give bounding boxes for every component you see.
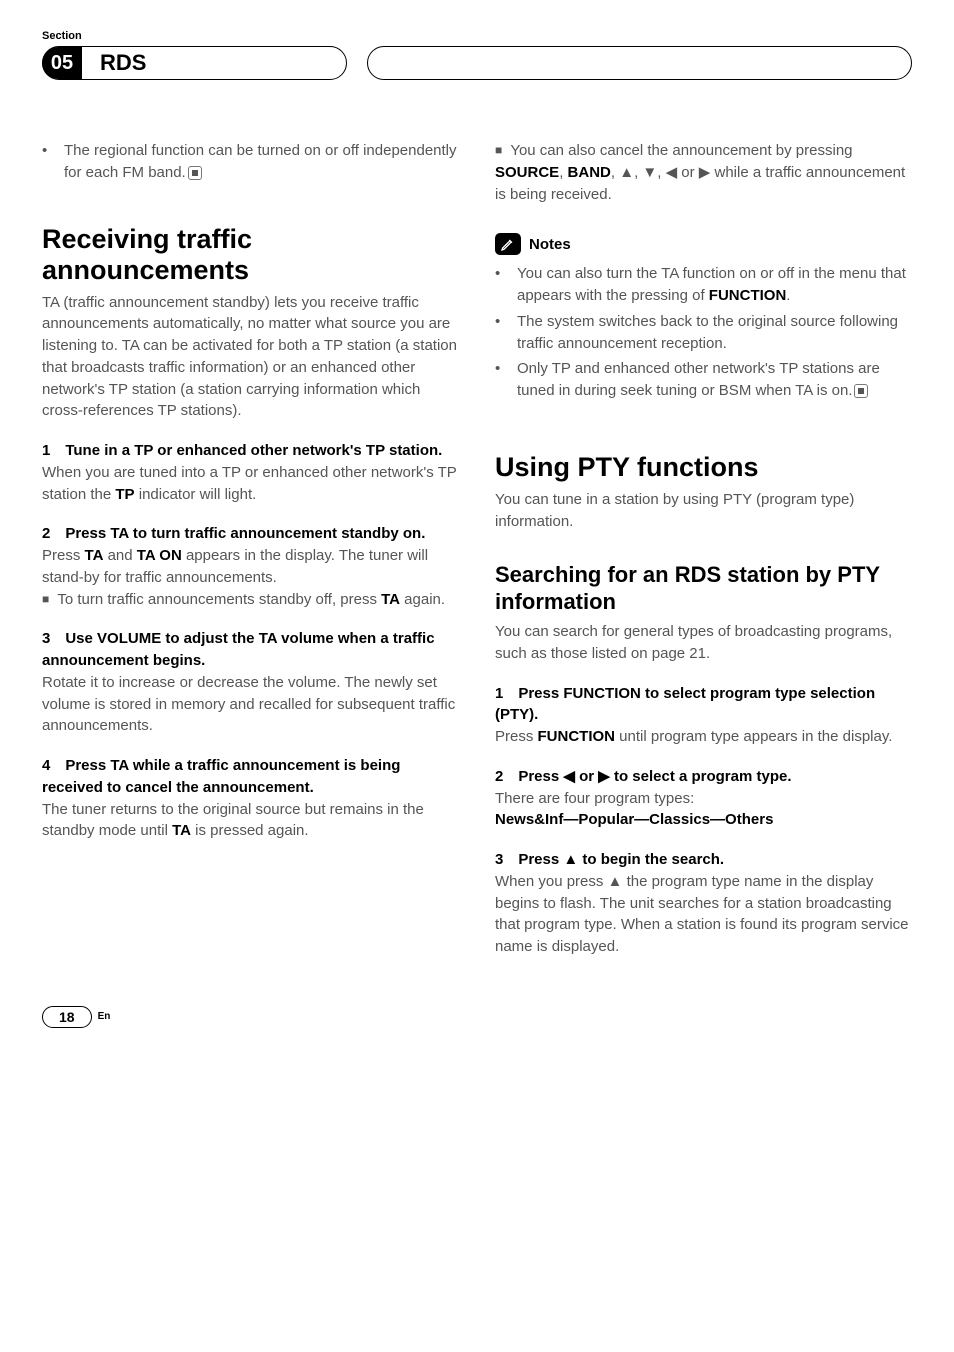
bullet-dot-icon: • xyxy=(42,140,54,184)
bullet-text: The regional function can be turned on o… xyxy=(64,140,459,184)
text: You can also cancel the announcement by … xyxy=(510,142,852,159)
pty-step-3: 3 Press ▲ to begin the search. When you … xyxy=(495,849,912,958)
button-name: SOURCE xyxy=(495,164,559,181)
header-title: RDS xyxy=(90,50,146,76)
text: The regional function can be turned on o… xyxy=(64,142,457,181)
text: Only TP and enhanced other network's TP … xyxy=(517,360,880,399)
step-body: When you are tuned into a TP or enhanced… xyxy=(42,462,459,506)
text: is pressed again. xyxy=(191,822,309,839)
right-column: ■ You can also cancel the announcement b… xyxy=(495,140,912,976)
page-language: En xyxy=(98,1011,111,1022)
step-1: 1 Tune in a TP or enhanced other network… xyxy=(42,440,459,505)
indicator-name: TP xyxy=(115,486,134,503)
step-sub: ■ To turn traffic announcements standby … xyxy=(42,589,459,611)
paragraph: You can tune in a station by using PTY (… xyxy=(495,489,912,533)
step-head: 3 Use VOLUME to adjust the TA volume whe… xyxy=(42,628,459,672)
button-name: FUNCTION xyxy=(709,287,787,304)
note-item: • Only TP and enhanced other network's T… xyxy=(495,358,912,402)
note-text: The system switches back to the original… xyxy=(517,311,912,355)
step-4: 4 Press TA while a traffic announcement … xyxy=(42,755,459,842)
button-name: BAND xyxy=(568,164,611,181)
step-head: 1 Tune in a TP or enhanced other network… xyxy=(42,440,459,462)
pencil-icon xyxy=(495,233,521,255)
note-text: You can also turn the TA function on or … xyxy=(517,263,912,307)
display-text: TA ON xyxy=(137,547,182,564)
text: Press xyxy=(495,728,538,745)
heading-receiving-traffic: Receiving traffic announcements xyxy=(42,224,459,286)
step-body: Press TA and TA ON appears in the displa… xyxy=(42,545,459,589)
text: and xyxy=(103,547,136,564)
text: again. xyxy=(400,591,445,608)
step-head: 3 Press ▲ to begin the search. xyxy=(495,849,912,871)
bullet-dot-icon: • xyxy=(495,358,507,402)
heading-searching-rds: Searching for an RDS station by PTY info… xyxy=(495,562,912,615)
heading-using-pty: Using PTY functions xyxy=(495,452,912,483)
bullet-dot-icon: • xyxy=(495,311,507,355)
step-body: Rotate it to increase or decrease the vo… xyxy=(42,672,459,737)
end-of-section-icon xyxy=(854,384,868,398)
pty-step-2: 2 Press ◀ or ▶ to select a program type.… xyxy=(495,766,912,831)
text: Press xyxy=(42,547,85,564)
step-3: 3 Use VOLUME to adjust the TA volume whe… xyxy=(42,628,459,737)
step-head: 1 Press FUNCTION to select program type … xyxy=(495,683,912,727)
footer: 18 En xyxy=(42,1006,912,1028)
header-row: 05 RDS xyxy=(42,46,912,80)
step-2: 2 Press TA to turn traffic announcement … xyxy=(42,523,459,610)
text: . xyxy=(786,287,790,304)
text: , xyxy=(611,164,619,181)
button-name: TA xyxy=(85,547,104,564)
step-body: The tuner returns to the original source… xyxy=(42,799,459,843)
header-right-pill xyxy=(367,46,912,80)
arrow-icons: ▲, ▼, ◀ or ▶ xyxy=(619,164,710,181)
left-column: • The regional function can be turned on… xyxy=(42,140,459,976)
step-body: There are four program types: xyxy=(495,788,912,810)
bullet-dot-icon: • xyxy=(495,263,507,307)
paragraph: You can search for general types of broa… xyxy=(495,621,912,665)
notes-header: Notes xyxy=(495,233,912,255)
page: Section 05 RDS • The regional function c… xyxy=(0,0,954,1058)
step-body: Press FUNCTION until program type appear… xyxy=(495,726,912,748)
text: indicator will light. xyxy=(135,486,257,503)
text: , xyxy=(559,164,567,181)
step-body: When you press ▲ the program type name i… xyxy=(495,871,912,958)
note-text: Only TP and enhanced other network's TP … xyxy=(517,358,912,402)
paragraph: TA (traffic announcement standby) lets y… xyxy=(42,292,459,423)
program-types-list: News&Inf—Popular—Classics—Others xyxy=(495,809,912,831)
bullet-item: • The regional function can be turned on… xyxy=(42,140,459,184)
page-number: 18 xyxy=(42,1006,92,1028)
button-name: TA xyxy=(172,822,191,839)
end-of-section-icon xyxy=(188,166,202,180)
text: To turn traffic announcements standby of… xyxy=(57,591,381,608)
header-left-pill: 05 RDS xyxy=(42,46,347,80)
button-name: FUNCTION xyxy=(538,728,616,745)
notes-label: Notes xyxy=(529,236,571,253)
pty-step-1: 1 Press FUNCTION to select program type … xyxy=(495,683,912,748)
note-item: • The system switches back to the origin… xyxy=(495,311,912,355)
text: until program type appears in the displa… xyxy=(615,728,892,745)
button-name: TA xyxy=(381,591,400,608)
section-number-badge: 05 xyxy=(42,47,82,79)
note-item: • You can also turn the TA function on o… xyxy=(495,263,912,307)
continuation-text: ■ You can also cancel the announcement b… xyxy=(495,140,912,205)
section-label: Section xyxy=(42,30,912,42)
filled-square-icon: ■ xyxy=(42,591,49,608)
filled-square-icon: ■ xyxy=(495,142,502,159)
step-head: 2 Press TA to turn traffic announcement … xyxy=(42,523,459,545)
step-head: 4 Press TA while a traffic announcement … xyxy=(42,755,459,799)
columns: • The regional function can be turned on… xyxy=(42,140,912,976)
step-head: 2 Press ◀ or ▶ to select a program type. xyxy=(495,766,912,788)
